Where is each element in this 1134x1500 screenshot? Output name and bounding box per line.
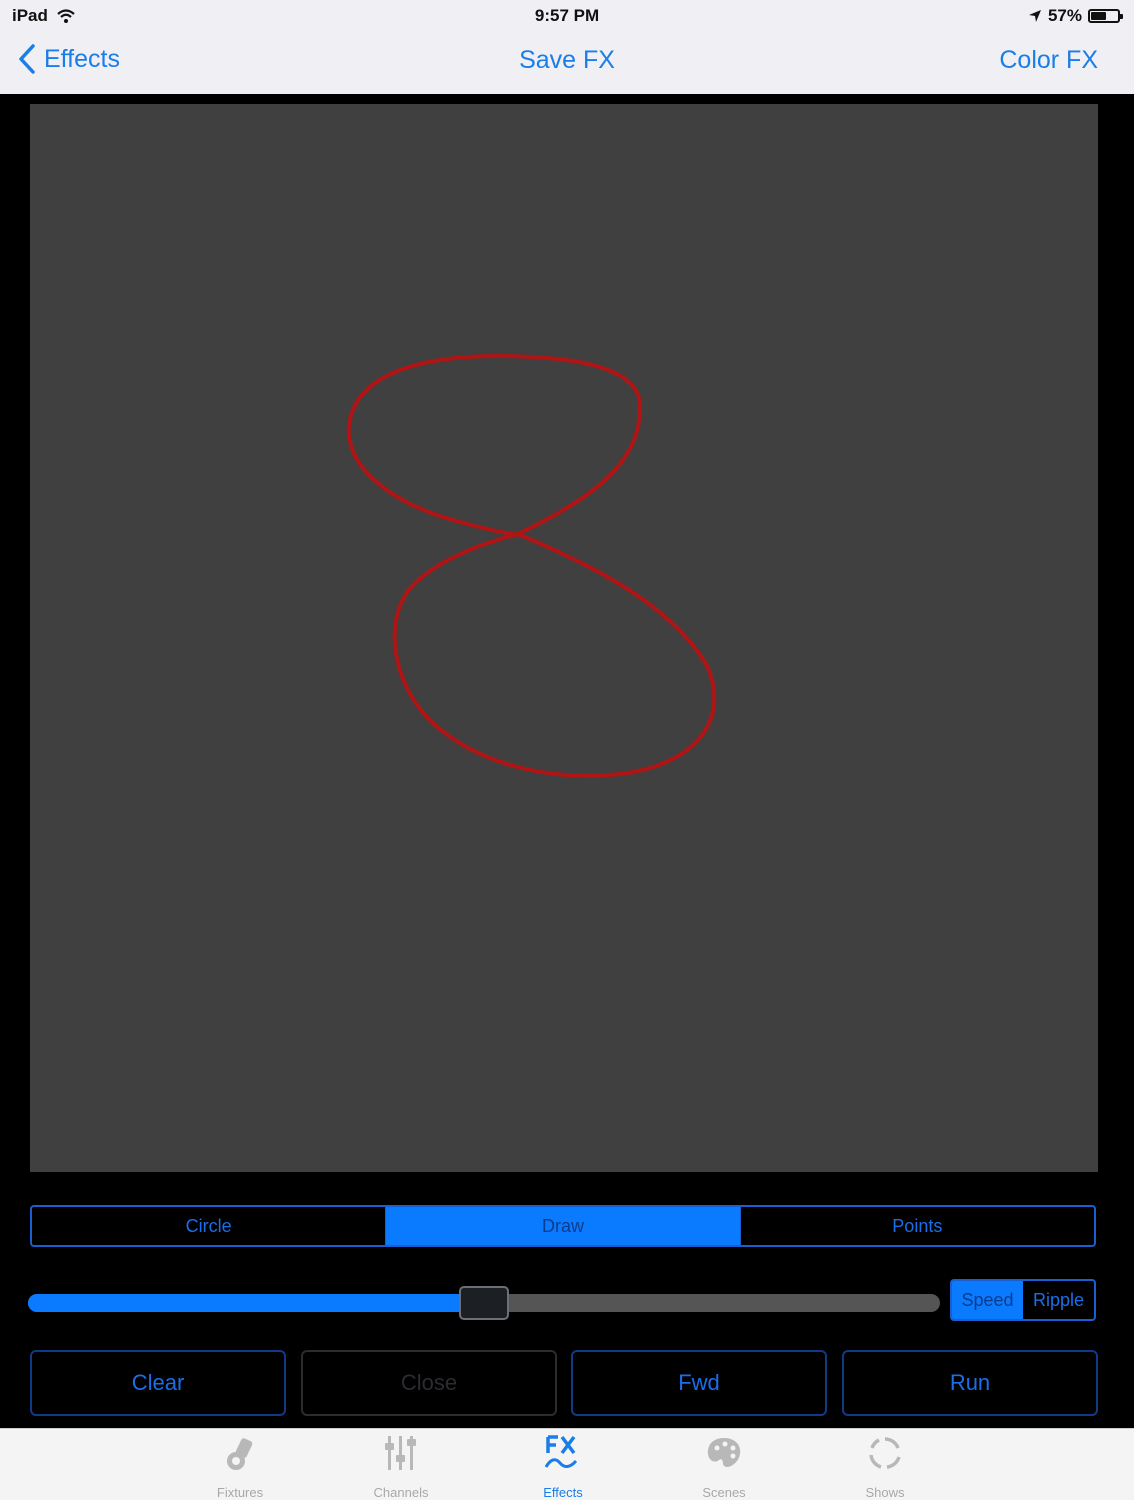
location-arrow-icon [1028, 10, 1041, 22]
tab-shows[interactable]: Shows [830, 1433, 940, 1500]
status-bar: iPad 9:57 PM 57% [0, 0, 1134, 30]
fwd-button[interactable]: Fwd [571, 1350, 827, 1416]
action-buttons: Clear Close Fwd Run [30, 1350, 1098, 1416]
run-button[interactable]: Run [842, 1350, 1098, 1416]
spotlight-icon [227, 1438, 253, 1470]
battery-percent: 57% [1047, 6, 1082, 25]
drawn-path-figure-eight [346, 354, 717, 778]
chevron-left-icon [19, 44, 35, 74]
tab-scenes[interactable]: Scenes [669, 1433, 779, 1500]
tab-bar: Fixtures Channels Effects Scenes Shows [0, 1428, 1134, 1500]
close-button[interactable]: Close [301, 1350, 557, 1416]
segment-draw[interactable]: Draw [386, 1207, 741, 1245]
tab-label: Channels [373, 1485, 429, 1500]
speed-slider[interactable] [28, 1286, 940, 1320]
segment-points[interactable]: Points [741, 1207, 1094, 1245]
speed-ripple-toggle: Speed Ripple [950, 1279, 1096, 1321]
tab-label: Scenes [702, 1485, 746, 1500]
shape-mode-segmented-control: Circle Draw Points [30, 1205, 1096, 1247]
tab-label: Fixtures [216, 1485, 264, 1500]
battery-level [1091, 12, 1106, 20]
status-right: 57% [1028, 6, 1123, 26]
save-fx-button[interactable]: Save FX [519, 46, 615, 74]
tab-channels[interactable]: Channels [346, 1433, 456, 1500]
nav-title-wrap: Save FX [0, 46, 1134, 75]
tab-effects[interactable]: Effects [508, 1433, 618, 1500]
segment-circle[interactable]: Circle [32, 1207, 387, 1245]
back-button[interactable]: Effects [18, 44, 120, 74]
fx-icon [544, 1435, 578, 1468]
ripple-option[interactable]: Ripple [1023, 1281, 1094, 1319]
cycle-icon [869, 1437, 901, 1469]
tab-label: Shows [865, 1485, 905, 1500]
status-time: 9:57 PM [534, 6, 600, 25]
back-label: Effects [44, 44, 120, 73]
clear-button[interactable]: Clear [30, 1350, 286, 1416]
speed-option[interactable]: Speed [952, 1281, 1023, 1319]
tab-label: Effects [543, 1485, 583, 1500]
battery-icon [1088, 9, 1123, 23]
app-screen: iPad 9:57 PM 57% Effects Save FX Color F… [0, 0, 1134, 1500]
navigation-bar: Effects Save FX Color FX [0, 30, 1134, 94]
drawn-stroke [346, 354, 717, 778]
color-fx-button[interactable]: Color FX [999, 46, 1098, 75]
slider-thumb[interactable] [459, 1286, 509, 1320]
slider-fill [28, 1294, 484, 1312]
drawing-canvas[interactable] [30, 104, 1098, 1172]
faders-icon [385, 1436, 416, 1470]
tab-fixtures[interactable]: Fixtures [185, 1433, 295, 1500]
palette-icon [707, 1438, 741, 1467]
